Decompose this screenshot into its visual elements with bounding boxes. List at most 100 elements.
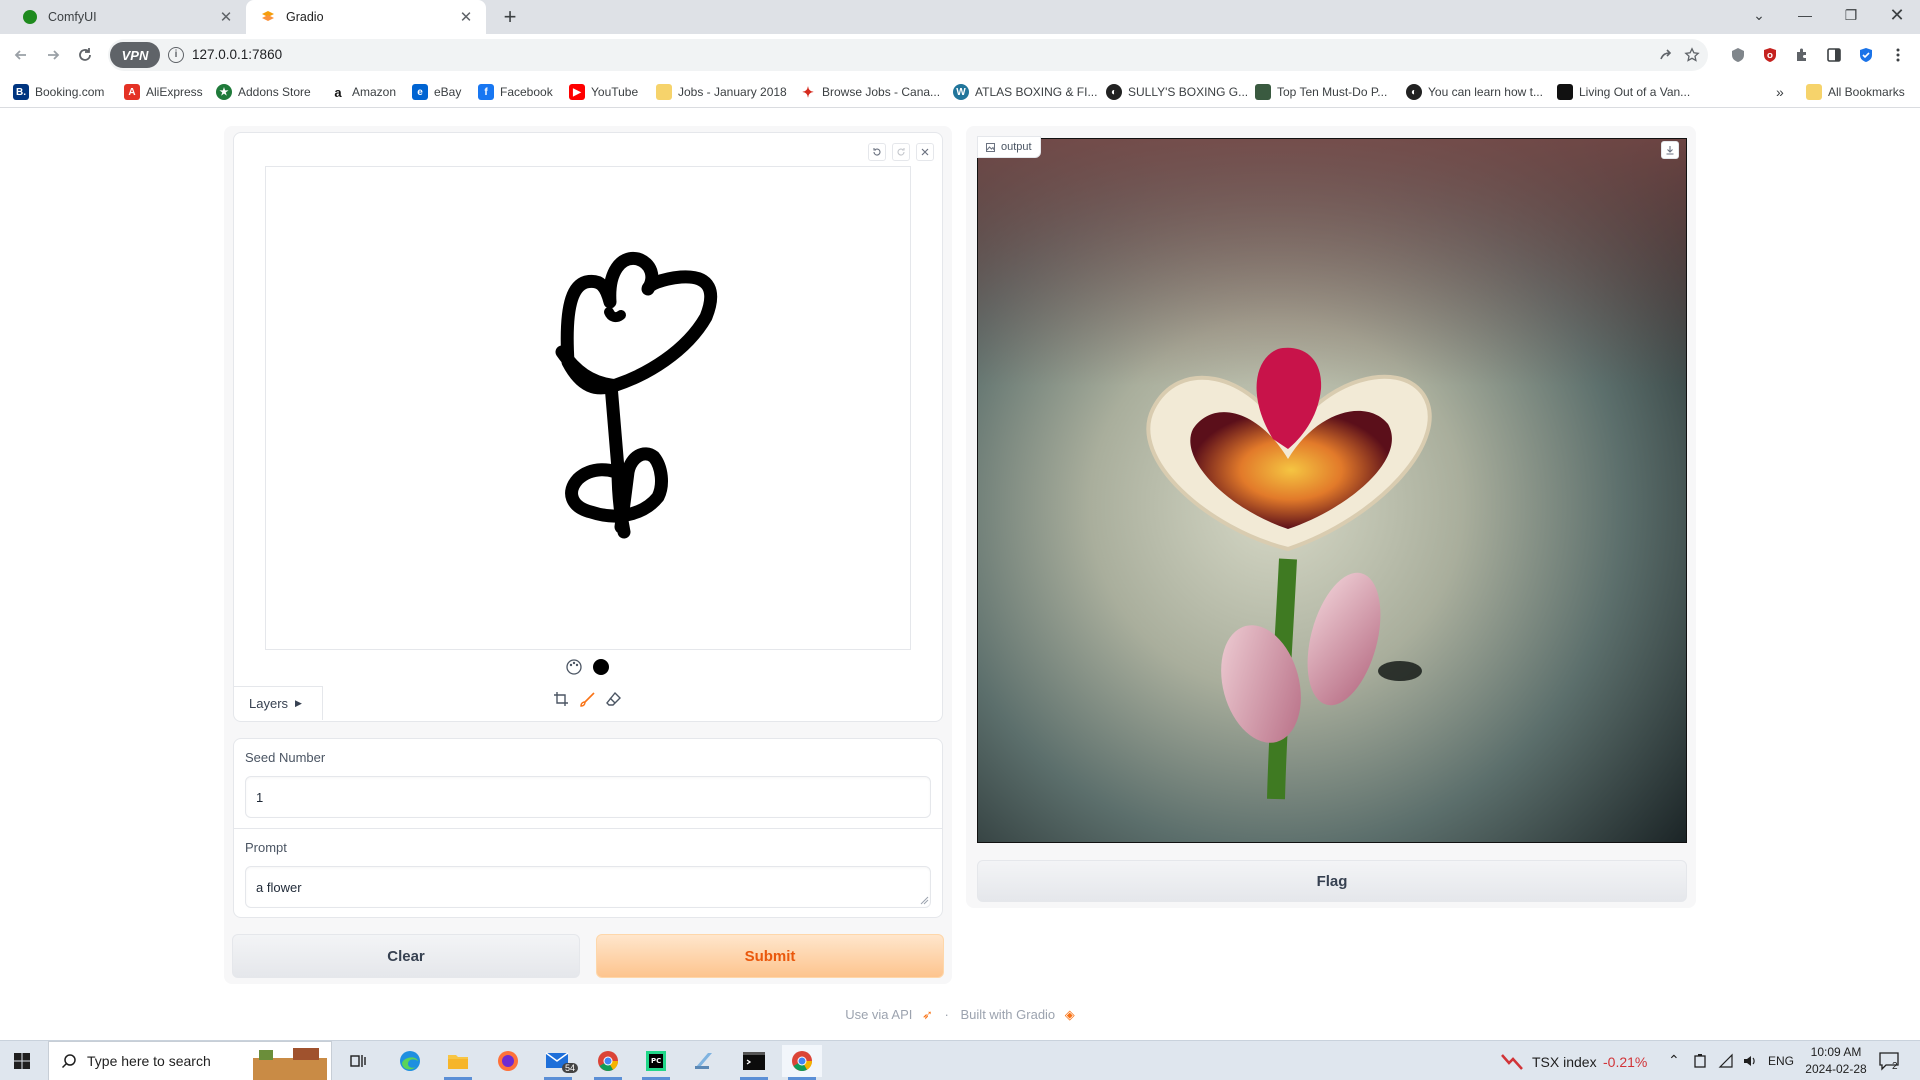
ublock-icon[interactable]: O	[1758, 43, 1782, 67]
bookmark-jobs-folder[interactable]: Jobs - January 2018	[656, 82, 787, 102]
windows-taskbar: Type here to search 54 PC TSX index -0.2…	[0, 1040, 1920, 1080]
caret-right-icon: ▶	[295, 698, 302, 708]
globe-icon: ◐	[1406, 84, 1422, 100]
bookmark-living-out-of-van[interactable]: Living Out of a Van...	[1557, 82, 1690, 102]
clock-date[interactable]: 2024-02-28	[1800, 1062, 1872, 1076]
bookmark-label: Jobs - January 2018	[678, 85, 787, 99]
submit-button[interactable]: Submit	[596, 934, 944, 978]
bookmarks-overflow-button[interactable]: »	[1776, 82, 1784, 102]
reload-icon[interactable]	[72, 42, 98, 68]
bookmark-top-ten[interactable]: Top Ten Must-Do P...	[1255, 82, 1387, 102]
ticker-name[interactable]: TSX index	[1532, 1054, 1597, 1070]
browser-tab-strip: ComfyUI ✕ Gradio ✕ + ⌄ — ❐ ✕	[0, 0, 1920, 34]
bookmark-label: AliExpress	[146, 85, 203, 99]
mail-icon[interactable]: 54	[538, 1045, 579, 1080]
close-window-button[interactable]: ✕	[1874, 0, 1920, 30]
share-icon[interactable]	[1654, 43, 1678, 67]
close-tab-icon[interactable]: ✕	[218, 8, 234, 26]
minimize-window-button[interactable]: —	[1782, 0, 1828, 30]
url-text[interactable]: 127.0.0.1:7860	[192, 47, 282, 62]
flag-button[interactable]: Flag	[977, 860, 1687, 902]
clear-button[interactable]: Clear	[232, 934, 580, 978]
generated-flower-image	[978, 139, 1686, 842]
flower-sketch	[555, 251, 718, 539]
extension-shield-icon[interactable]	[1726, 43, 1750, 67]
download-icon[interactable]	[1661, 141, 1679, 159]
comfyui-favicon-icon	[23, 10, 37, 24]
stock-chart-icon[interactable]	[1500, 1051, 1524, 1071]
bookmark-label: ATLAS BOXING & FI...	[975, 85, 1098, 99]
side-panel-icon[interactable]	[1822, 43, 1846, 67]
browser-menu-icon[interactable]	[1886, 43, 1910, 67]
site-icon	[1255, 84, 1271, 100]
address-bar[interactable]: VPN i 127.0.0.1:7860	[108, 39, 1708, 71]
drawing-canvas[interactable]	[265, 166, 911, 650]
clear-canvas-icon[interactable]	[916, 143, 934, 161]
prompt-textarea[interactable]: a flower	[245, 866, 931, 908]
tab-comfyui[interactable]: ComfyUI ✕	[8, 0, 246, 34]
bitwarden-shield-icon[interactable]	[1854, 43, 1878, 67]
layers-button[interactable]: Layers ▶	[233, 686, 323, 720]
bookmark-aliexpress[interactable]: A AliExpress	[124, 82, 203, 102]
bookmark-label: You can learn how t...	[1428, 85, 1543, 99]
bookmark-label: eBay	[434, 85, 462, 99]
bookmark-ebay[interactable]: e eBay	[412, 82, 461, 102]
vpn-badge[interactable]: VPN	[110, 42, 160, 68]
language-indicator[interactable]: ENG	[1768, 1054, 1794, 1068]
new-tab-button[interactable]: +	[497, 4, 523, 30]
site-info-icon[interactable]: i	[168, 47, 184, 63]
site-icon	[1557, 84, 1573, 100]
bookmark-atlas-boxing[interactable]: W ATLAS BOXING & FI...	[953, 82, 1097, 102]
bookmark-facebook[interactable]: f Facebook	[478, 82, 553, 102]
network-icon[interactable]	[1718, 1053, 1734, 1069]
firefox-icon[interactable]	[488, 1045, 528, 1077]
extensions-puzzle-icon[interactable]	[1790, 43, 1814, 67]
seed-input[interactable]: 1	[245, 776, 931, 818]
all-bookmarks-button[interactable]: All Bookmarks	[1806, 82, 1905, 102]
task-view-icon[interactable]	[338, 1045, 378, 1077]
redo-icon[interactable]	[892, 143, 910, 161]
brush-color-swatch[interactable]	[593, 659, 609, 675]
bookmark-star-icon[interactable]	[1680, 43, 1704, 67]
bookmark-amazon[interactable]: a Amazon	[330, 82, 396, 102]
windows-start-icon[interactable]	[2, 1045, 42, 1077]
restore-window-button[interactable]: ❐	[1828, 0, 1874, 30]
bookmark-sullys-boxing[interactable]: ◐ SULLY'S BOXING G...	[1106, 82, 1248, 102]
chrome-active-icon[interactable]	[782, 1045, 822, 1080]
terminal-icon[interactable]	[734, 1045, 774, 1080]
volume-icon[interactable]	[1742, 1053, 1758, 1069]
bookmark-you-can-learn[interactable]: ◐ You can learn how t...	[1406, 82, 1543, 102]
brush-icon[interactable]	[579, 691, 596, 708]
back-arrow-icon[interactable]	[8, 42, 34, 68]
resize-handle-icon[interactable]	[920, 896, 929, 905]
battery-icon[interactable]	[1693, 1053, 1707, 1069]
gradio-logo-icon: ◈	[1064, 1006, 1075, 1022]
chevron-up-icon[interactable]: ⌃	[1668, 1052, 1680, 1069]
ticker-change[interactable]: -0.21%	[1603, 1054, 1647, 1070]
mail-badge: 54	[562, 1063, 579, 1073]
undo-icon[interactable]	[868, 143, 886, 161]
use-via-api-link[interactable]: Use via API	[845, 1007, 912, 1022]
crop-icon[interactable]	[553, 691, 570, 708]
image-icon	[986, 142, 995, 152]
bookmark-browse-jobs[interactable]: ✦ Browse Jobs - Cana...	[800, 82, 940, 102]
eraser-icon[interactable]	[605, 691, 622, 708]
bookmark-addons-store[interactable]: ★ Addons Store	[216, 82, 311, 102]
folder-icon	[656, 84, 672, 100]
file-explorer-icon[interactable]	[438, 1045, 478, 1080]
chrome-icon[interactable]	[588, 1045, 628, 1080]
close-tab-icon[interactable]: ✕	[458, 8, 474, 26]
clock-time[interactable]: 10:09 AM	[1806, 1045, 1866, 1059]
built-with-gradio-link[interactable]: Built with Gradio	[961, 1007, 1056, 1022]
edge-browser-icon[interactable]	[390, 1045, 430, 1077]
amazon-icon: a	[334, 84, 342, 100]
color-palette-icon[interactable]	[565, 658, 583, 676]
bookmark-youtube[interactable]: ▶ YouTube	[569, 82, 638, 102]
tab-gradio[interactable]: Gradio ✕	[246, 0, 486, 34]
forward-arrow-icon[interactable]	[40, 42, 66, 68]
tab-search-icon[interactable]: ⌄	[1736, 0, 1782, 30]
notepad-icon[interactable]	[684, 1045, 724, 1077]
taskbar-search-box[interactable]: Type here to search	[48, 1041, 332, 1080]
bookmark-booking[interactable]: B. Booking.com	[13, 82, 104, 102]
pycharm-icon[interactable]: PC	[636, 1045, 676, 1080]
